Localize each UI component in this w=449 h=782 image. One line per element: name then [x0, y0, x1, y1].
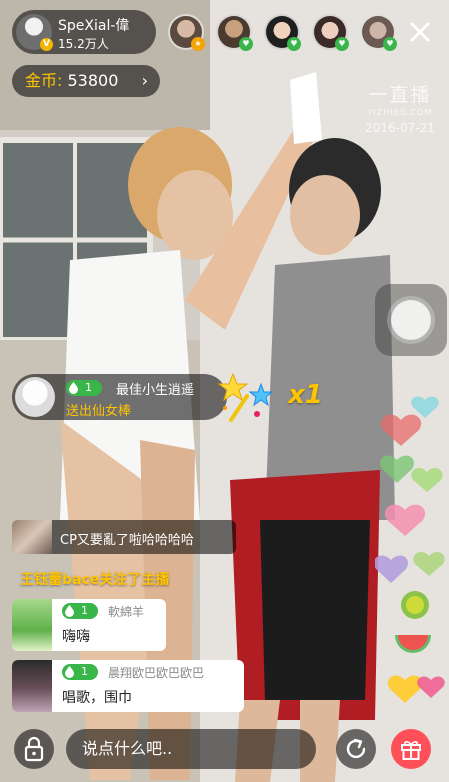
- viewer-avatar-1[interactable]: ★: [168, 14, 205, 51]
- viewer-avatar-2[interactable]: ♥: [216, 14, 253, 51]
- verified-badge-icon: V: [40, 38, 53, 51]
- floating-assistive-button[interactable]: [375, 284, 447, 356]
- gift-sender-name: 最佳小生逍遥: [116, 383, 195, 398]
- close-button[interactable]: [404, 16, 436, 48]
- chat-username: 軟綿羊: [108, 605, 145, 619]
- chat-avatar[interactable]: [12, 520, 52, 554]
- viewer-badge-icon: ♥: [239, 37, 253, 51]
- gift-banner: 1 最佳小生逍遥 送出仙女棒: [12, 374, 227, 420]
- host-name: SpeXial-偉: [58, 18, 130, 34]
- chevron-right-icon: ›: [141, 71, 148, 90]
- chat-message: 1 晨翔欧巴欧巴欧巴 唱歌，围巾: [12, 660, 244, 712]
- user-level-number: 1: [85, 381, 92, 394]
- gift-count: x1: [288, 380, 323, 410]
- chat-message-compact: CP又要亂了啦哈哈哈哈: [12, 520, 236, 554]
- lock-icon: [24, 736, 44, 762]
- gift-button[interactable]: [391, 729, 431, 769]
- viewer-avatar-3[interactable]: ♥: [264, 14, 301, 51]
- fairy-wand-icon: [217, 372, 274, 422]
- watermark-site: YIZHIBO.COM: [367, 108, 433, 117]
- gift-box-icon: [401, 741, 421, 760]
- assistive-touch-icon: [391, 300, 431, 340]
- host-card[interactable]: V SpeXial-偉 15.2万人: [12, 10, 156, 54]
- user-level-badge: 1: [66, 380, 102, 396]
- floating-hearts-icon: [375, 396, 445, 703]
- level-drop-icon: [65, 666, 74, 678]
- gift-sender-avatar[interactable]: [15, 377, 55, 417]
- share-icon: [346, 738, 366, 759]
- chat-input[interactable]: 说点什么吧..: [66, 729, 316, 769]
- chat-text: 唱歌，围巾: [62, 690, 132, 706]
- level-drop-icon: [69, 382, 78, 394]
- user-level-badge: 1: [62, 603, 98, 619]
- coin-label: 金币:: [25, 71, 63, 90]
- chat-text: CP又要亂了啦哈哈哈哈: [60, 533, 194, 548]
- viewer-badge-icon: ♥: [383, 37, 397, 51]
- follow-notice: 王钰蕾bace关注了主播: [20, 572, 170, 588]
- watermark-logo: 一直播: [368, 84, 432, 106]
- user-level-number: 1: [81, 665, 88, 678]
- watermark: 一直播 YIZHIBO.COM 2016-07-21: [355, 80, 445, 135]
- viewer-avatar-4[interactable]: ♥: [312, 14, 349, 51]
- viewer-avatar-5[interactable]: ♥: [360, 14, 397, 51]
- viewer-badge-icon: ♥: [287, 37, 301, 51]
- chat-username: 晨翔欧巴欧巴欧巴: [108, 666, 205, 680]
- viewer-badge-icon: ★: [191, 37, 205, 51]
- share-button[interactable]: [336, 729, 376, 769]
- user-level-badge: 1: [62, 664, 98, 680]
- chat-message: 1 軟綿羊 嗨嗨: [12, 599, 166, 651]
- gift-action-text: 送出仙女棒: [66, 404, 132, 419]
- close-icon: [410, 22, 430, 42]
- chat-avatar[interactable]: [12, 660, 52, 712]
- host-fan-count: 15.2万人: [58, 37, 109, 51]
- chat-text: 嗨嗨: [62, 629, 90, 645]
- chat-avatar[interactable]: [12, 599, 52, 651]
- coin-balance[interactable]: 金币: 53800 ›: [12, 65, 160, 97]
- watermark-date: 2016-07-21: [365, 121, 435, 135]
- user-level-number: 1: [81, 604, 88, 617]
- viewer-badge-icon: ♥: [335, 37, 349, 51]
- lock-button[interactable]: [14, 729, 54, 769]
- level-drop-icon: [65, 605, 74, 617]
- coin-value: 53800: [67, 71, 119, 90]
